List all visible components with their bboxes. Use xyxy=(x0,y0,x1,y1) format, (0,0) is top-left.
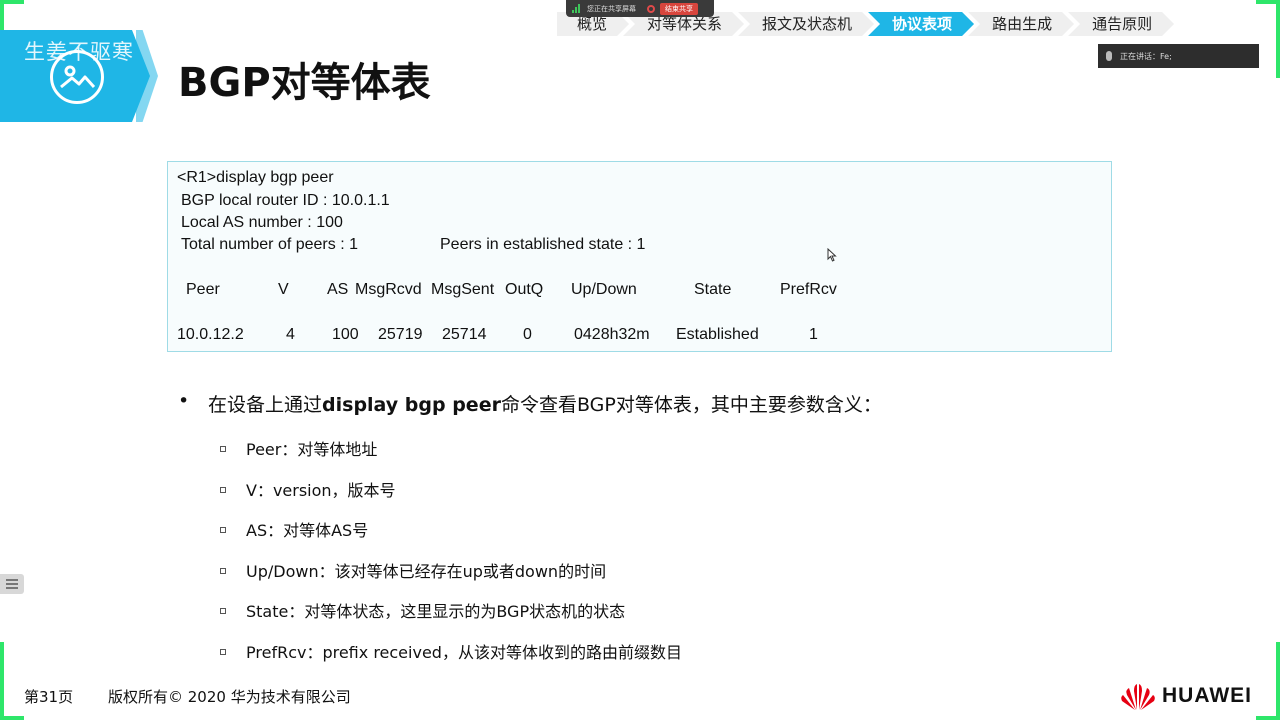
main-bullet-text: 在设备上通过display bgp peer命令查看BGP对等体表，其中主要参数… xyxy=(208,390,882,417)
table-cell: 10.0.12.2 xyxy=(177,326,244,343)
brand-name: HUAWEI xyxy=(1162,684,1252,707)
crumb-messages-fsm[interactable]: 报文及状态机 xyxy=(738,12,874,36)
sub-bullet-text: V：version，版本号 xyxy=(246,481,396,500)
screen-share-bar: 您正在共享屏幕 结束共享 xyxy=(566,0,714,17)
square-bullet-icon xyxy=(220,526,226,533)
sidebar-toggle-button[interactable] xyxy=(0,574,24,594)
mouse-cursor-icon xyxy=(827,248,837,262)
column-header: Peer xyxy=(186,281,220,298)
terminal-router-id: BGP local router ID : 10.0.1.1 xyxy=(181,192,390,209)
share-status: 您正在共享屏幕 xyxy=(587,4,636,13)
column-header: State xyxy=(694,281,732,298)
column-header: Up/Down xyxy=(571,281,637,298)
record-icon[interactable] xyxy=(647,4,655,13)
table-cell: 0 xyxy=(523,326,532,343)
sub-bullet: V：version，版本号 xyxy=(220,477,396,501)
copyright-text: 版权所有© 2020 华为技术有限公司 xyxy=(108,688,351,706)
table-cell: 25719 xyxy=(378,326,423,343)
table-cell: 0428h32m xyxy=(574,326,650,343)
square-bullet-icon xyxy=(220,486,226,493)
column-header: AS xyxy=(327,281,349,298)
main-bullet-command: display bgp peer xyxy=(322,394,501,416)
share-frame-corner xyxy=(0,642,4,720)
page-number: 第31页 xyxy=(24,688,74,706)
sub-bullet: PrefRcv：prefix received，从该对等体收到的路由前缀数目 xyxy=(220,639,682,663)
bullet-dot: • xyxy=(178,390,190,412)
page-title: BGP对等体表 xyxy=(178,60,431,106)
sub-bullet-text: State：对等体状态，这里显示的为BGP状态机的状态 xyxy=(246,602,626,621)
main-bullet-suffix: 命令查看BGP对等体表，其中主要参数含义： xyxy=(500,394,882,416)
signal-icon xyxy=(572,4,582,13)
column-header: OutQ xyxy=(505,281,544,298)
sub-bullet: AS：对等体AS号 xyxy=(220,517,368,541)
column-header: MsgSent xyxy=(431,281,495,298)
table-cell: 4 xyxy=(286,326,295,343)
terminal-established: Peers in established state : 1 xyxy=(440,236,646,253)
table-cell: 25714 xyxy=(442,326,487,343)
stop-share-button[interactable]: 结束共享 xyxy=(660,2,698,15)
square-bullet-icon xyxy=(220,445,226,452)
crumb-route-generation[interactable]: 路由生成 xyxy=(968,12,1074,36)
sub-bullet: State：对等体状态，这里显示的为BGP状态机的状态 xyxy=(220,598,625,622)
microphone-icon xyxy=(1106,51,1112,61)
user-watermark: 生姜不驱寒 xyxy=(24,40,134,64)
speaking-text: 正在讲话：Fe; xyxy=(1120,51,1172,61)
column-header: MsgRcvd xyxy=(355,281,422,298)
banner-chevron xyxy=(136,30,158,122)
sub-bullet-text: PrefRcv：prefix received，从该对等体收到的路由前缀数目 xyxy=(246,643,682,662)
square-bullet-icon xyxy=(220,607,226,614)
terminal-total-peers: Total number of peers : 1 xyxy=(181,236,358,253)
terminal-command: <R1>display bgp peer xyxy=(177,169,334,186)
crumb-advertise-rules[interactable]: 通告原则 xyxy=(1068,12,1174,36)
main-bullet-prefix: 在设备上通过 xyxy=(208,394,323,416)
crumb-protocol-tables[interactable]: 协议表项 xyxy=(868,12,974,36)
square-bullet-icon xyxy=(220,648,226,655)
huawei-logo-icon xyxy=(1121,684,1155,710)
table-cell: 1 xyxy=(809,326,818,343)
sub-bullet: Up/Down：该对等体已经存在up或者down的时间 xyxy=(220,558,606,582)
sub-bullet-text: Up/Down：该对等体已经存在up或者down的时间 xyxy=(246,562,607,581)
speaking-panel: 正在讲话：Fe; xyxy=(1098,44,1259,68)
sub-bullet-text: Peer：对等体地址 xyxy=(246,440,378,459)
terminal-local-as: Local AS number : 100 xyxy=(181,214,343,231)
square-bullet-icon xyxy=(220,567,226,574)
share-frame-corner xyxy=(1276,642,1280,720)
sub-bullet: Peer：对等体地址 xyxy=(220,436,377,460)
column-header: V xyxy=(278,281,289,298)
share-frame-corner xyxy=(1276,0,1280,78)
sub-bullet-text: AS：对等体AS号 xyxy=(246,521,369,540)
column-header: PrefRcv xyxy=(780,281,837,298)
table-cell: Established xyxy=(676,326,759,343)
table-cell: 100 xyxy=(332,326,359,343)
terminal-output: <R1>display bgp peer BGP local router ID… xyxy=(167,161,1112,352)
